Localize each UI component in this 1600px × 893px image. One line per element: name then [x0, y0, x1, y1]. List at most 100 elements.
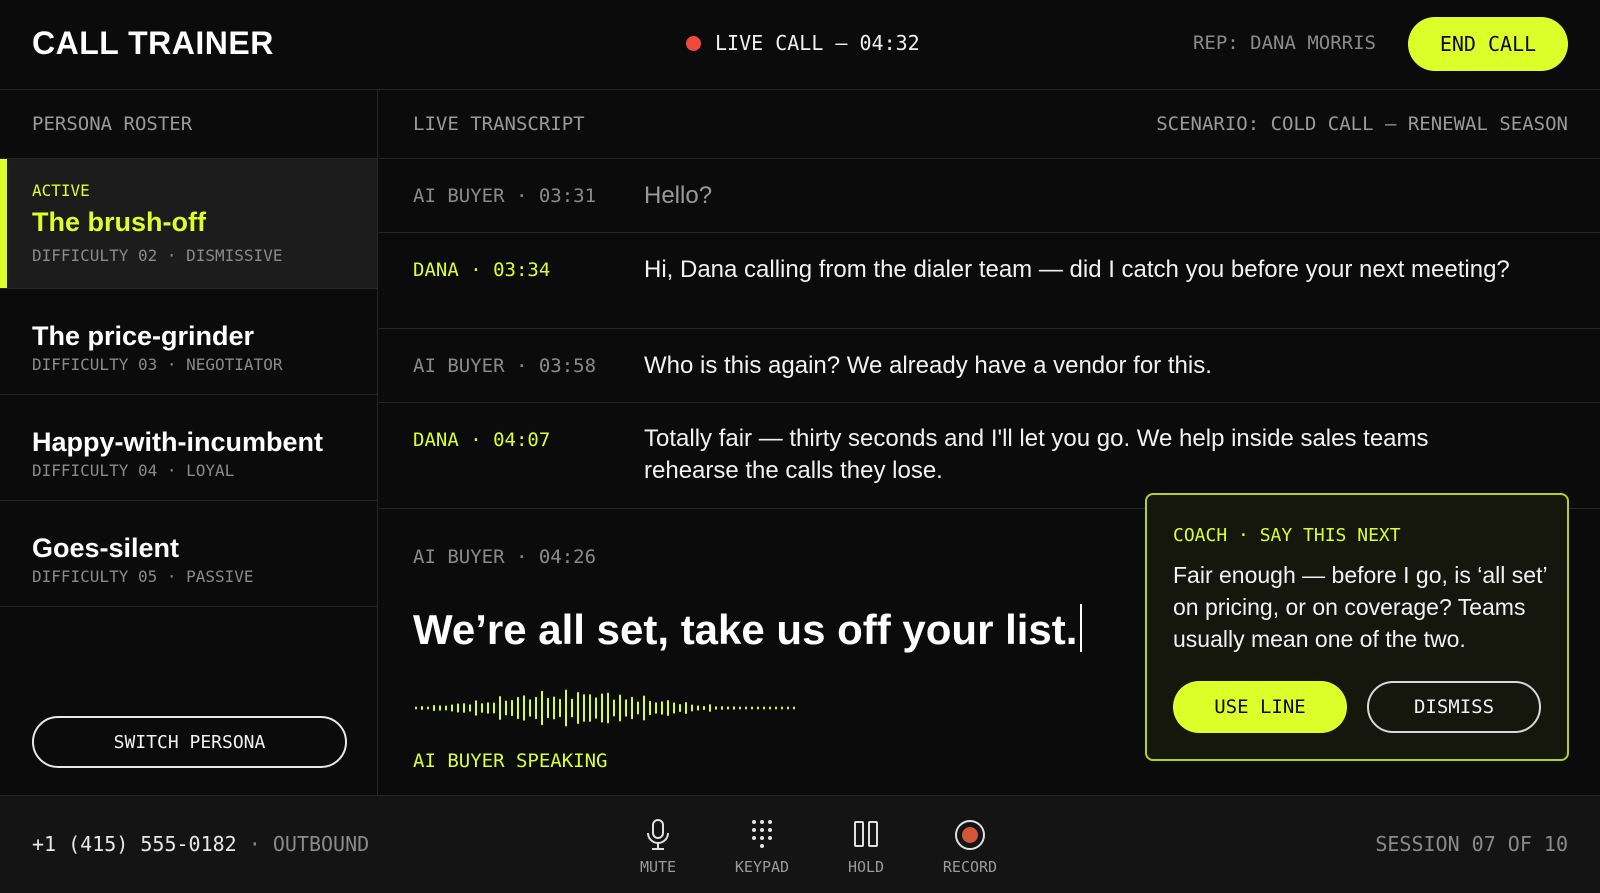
waveform-bar — [685, 701, 687, 715]
transcript-text: Hello? — [644, 182, 713, 209]
waveform-bar — [673, 702, 675, 714]
waveform-bar — [661, 701, 663, 715]
record-label: RECORD — [942, 858, 998, 876]
waveform-bar — [463, 703, 465, 713]
phone-number: +1 (415) 555-0182 — [32, 832, 237, 856]
hold-label: HOLD — [847, 858, 885, 876]
transcript-text: Hi, Dana calling from the dialer team — … — [644, 256, 1510, 283]
speaker-label: AI BUYER · 03:58 — [413, 355, 597, 377]
keypad-control[interactable]: KEYPAD — [710, 818, 814, 876]
keypad-dot — [768, 836, 772, 840]
waveform-bar — [469, 704, 471, 712]
transcript-header: LIVE TRANSCRIPT SCENARIO: COLD CALL — RE… — [379, 90, 1600, 159]
speaker-label: DANA · 04:07 — [413, 429, 551, 451]
persona-item-happy-with-incumbent[interactable]: Happy-with-incumbent DIFFICULTY 04 · LOY… — [0, 395, 377, 501]
waveform-bar — [457, 703, 459, 713]
waveform-bar — [649, 700, 651, 716]
persona-item-brush-off[interactable]: ACTIVE The brush-off DIFFICULTY 02 · DIS… — [0, 159, 377, 289]
waveform-bar — [427, 706, 429, 710]
pause-icon — [854, 821, 878, 847]
waveform-bar — [553, 696, 555, 720]
waveform-bar — [637, 701, 639, 715]
waveform-bar — [511, 699, 513, 717]
keypad-dot — [760, 844, 764, 848]
switch-persona-button[interactable]: SWITCH PERSONA — [32, 716, 347, 768]
active-badge: ACTIVE — [32, 181, 90, 200]
waveform-bar — [481, 703, 483, 713]
live-call-status: LIVE CALL — 04:32 — [686, 31, 920, 55]
dismiss-button[interactable]: DISMISS — [1367, 681, 1541, 733]
keypad-dot — [768, 820, 772, 824]
waveform-bar — [739, 706, 741, 710]
waveform-bar — [541, 690, 543, 726]
waveform-bar — [583, 694, 585, 722]
waveform-bar — [499, 696, 501, 720]
transcript-line: DANA · 03:34 Hi, Dana calling from the d… — [379, 233, 1600, 329]
waveform-bar — [421, 706, 423, 710]
waveform-bar — [697, 705, 699, 711]
record-icon — [955, 820, 985, 850]
record-control[interactable]: RECORD — [918, 818, 1022, 876]
waveform-bar — [589, 694, 591, 722]
persona-meta: DIFFICULTY 02 · DISMISSIVE — [32, 246, 283, 265]
waveform-bar — [619, 694, 621, 722]
waveform-bar — [643, 695, 645, 721]
audio-waveform-icon — [415, 689, 795, 727]
persona-item-goes-silent[interactable]: Goes-silent DIFFICULTY 05 · PASSIVE — [0, 501, 377, 607]
persona-item-price-grinder[interactable]: The price-grinder DIFFICULTY 03 · NEGOTI… — [0, 289, 377, 395]
waveform-bar — [775, 706, 777, 710]
waveform-bar — [523, 695, 525, 721]
microphone-icon — [647, 819, 669, 850]
transcript-text: Who is this again? We already have a ven… — [644, 352, 1212, 379]
persona-roster-heading: PERSONA ROSTER — [0, 90, 377, 159]
waveform-bar — [601, 693, 603, 723]
persona-name: The price-grinder — [32, 321, 255, 351]
speaker-label: DANA · 03:34 — [413, 259, 551, 281]
waveform-bar — [679, 703, 681, 713]
transcript-line: AI BUYER · 03:31 Hello? — [379, 159, 1600, 233]
waveform-bar — [709, 704, 711, 712]
waveform-bar — [751, 706, 753, 710]
app-title: CALL TRAINER — [32, 25, 274, 61]
coach-suggestion-text: Fair enough — before I go, is ‘all set’ … — [1173, 562, 1547, 652]
scenario-label: SCENARIO: COLD CALL — RENEWAL SEASON — [1156, 113, 1568, 135]
waveform-bar — [631, 696, 633, 720]
persona-roster-panel: PERSONA ROSTER ACTIVE The brush-off DIFF… — [0, 90, 378, 795]
waveform-bar — [517, 696, 519, 720]
waveform-bar — [565, 689, 567, 727]
current-utterance-words: We’re all set, take us off your list. — [413, 606, 1078, 653]
use-line-button[interactable]: USE LINE — [1173, 681, 1347, 733]
coach-label: COACH · SAY THIS NEXT — [1173, 525, 1401, 546]
mute-control[interactable]: MUTE — [606, 818, 710, 876]
transcript-heading: LIVE TRANSCRIPT — [413, 113, 585, 135]
waveform-bar — [691, 704, 693, 712]
end-call-button[interactable]: END CALL — [1408, 17, 1568, 71]
call-direction: OUTBOUND — [272, 832, 370, 856]
waveform-bar — [613, 699, 615, 717]
hold-control[interactable]: HOLD — [814, 818, 918, 876]
current-utterance-text: We’re all set, take us off your list. — [413, 604, 1083, 654]
waveform-bar — [475, 700, 477, 716]
waveform-bar — [451, 704, 453, 712]
waveform-bar — [721, 706, 723, 710]
waveform-bar — [715, 706, 717, 710]
waveform-bar — [505, 700, 507, 716]
waveform-bar — [547, 697, 549, 719]
mute-label: MUTE — [639, 858, 677, 876]
top-bar: CALL TRAINER LIVE CALL — 04:32 REP: DANA… — [0, 0, 1600, 90]
waveform-bar — [733, 706, 735, 710]
waveform-bar — [415, 706, 417, 710]
waveform-bar — [529, 699, 531, 717]
waveform-bar — [445, 705, 447, 711]
waveform-bar — [763, 706, 765, 710]
waveform-bar — [607, 692, 609, 724]
keypad-dot — [760, 828, 764, 832]
waveform-bar — [793, 706, 795, 710]
call-controls: MUTE KEYPAD HOLD RECORD — [606, 818, 1022, 876]
phone-separator: · — [248, 832, 261, 856]
current-speaker-label: AI BUYER · 04:26 — [413, 546, 597, 568]
waveform-bar — [535, 696, 537, 720]
transcript-line: AI BUYER · 03:58 Who is this again? We a… — [379, 329, 1600, 403]
keypad-icon — [752, 820, 772, 848]
waveform-bar — [727, 706, 729, 710]
